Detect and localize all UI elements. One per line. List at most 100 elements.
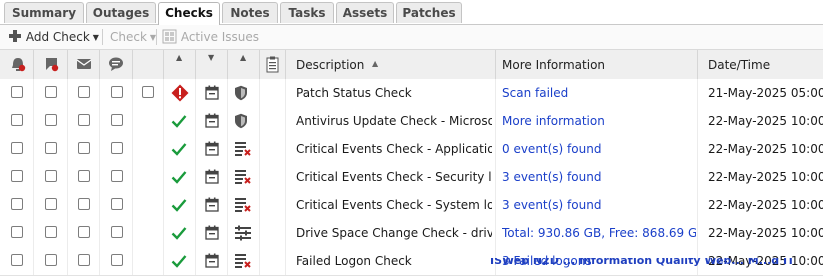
description-cell[interactable]: Patch Status Check: [286, 79, 496, 107]
check-description: Critical Events Check - System log,...: [296, 198, 492, 212]
row-checkbox[interactable]: [45, 198, 57, 210]
check-datetime: 22-May-2025 10:00: [708, 170, 823, 184]
description-cell[interactable]: Failed Logon Check: [286, 247, 496, 275]
event-log-icon: [235, 198, 251, 212]
description-cell[interactable]: Critical Events Check - System log,...: [286, 191, 496, 219]
column-header-description[interactable]: Description ▲: [286, 50, 496, 79]
row-checkbox[interactable]: [110, 170, 123, 182]
row-checkbox[interactable]: [11, 170, 23, 182]
status-cell: [164, 79, 196, 107]
active-issues-button[interactable]: Active Issues: [162, 28, 259, 46]
row-checkbox[interactable]: [78, 198, 90, 210]
header-select[interactable]: [133, 50, 164, 79]
status-cell: [164, 107, 196, 135]
tab-notes[interactable]: Notes: [222, 2, 278, 23]
row-checkbox[interactable]: [110, 254, 123, 266]
ok-status-icon: [171, 171, 187, 184]
row-checkbox[interactable]: [78, 254, 90, 266]
row-checkbox[interactable]: [45, 86, 57, 98]
add-check-button[interactable]: Add Check ▼: [8, 28, 99, 46]
row-checkbox[interactable]: [45, 170, 57, 182]
row-checkbox[interactable]: [110, 114, 123, 126]
comment-icon: [109, 57, 123, 71]
row-cell: [34, 191, 68, 219]
tab-summary[interactable]: Summary: [4, 2, 84, 23]
column-header-datetime[interactable]: Date/Time: [698, 50, 823, 79]
row-checkbox[interactable]: [78, 86, 90, 98]
ok-status-icon: [171, 143, 187, 156]
more-information-cell: Scan failed: [496, 79, 698, 107]
header-status[interactable]: ▲: [164, 50, 196, 79]
table-row[interactable]: Critical Events Check - Application l...…: [0, 135, 823, 164]
category-cell: [228, 135, 260, 163]
calendar-icon: [205, 197, 219, 212]
row-checkbox[interactable]: [11, 114, 23, 126]
row-checkbox[interactable]: [78, 170, 90, 182]
table-row[interactable]: Critical Events Check - Security log,...…: [0, 163, 823, 192]
row-checkbox[interactable]: [110, 142, 123, 154]
event-log-icon: [235, 170, 251, 184]
more-information-cell: More information: [496, 107, 698, 135]
more-information-link[interactable]: 3 event(s) found: [502, 170, 696, 184]
calendar-icon: [205, 141, 219, 156]
header-type[interactable]: ▼: [196, 50, 228, 79]
header-alert-bell[interactable]: [0, 50, 34, 79]
row-checkbox[interactable]: [78, 114, 90, 126]
row-checkbox[interactable]: [11, 198, 23, 210]
tab-patches[interactable]: Patches: [396, 2, 462, 23]
row-cell: [133, 191, 164, 219]
check-description: Antivirus Update Check - Microsoft ...: [296, 114, 492, 128]
more-information-header-label: More Information: [502, 58, 606, 72]
more-information-link[interactable]: Total: 930.86 GB, Free: 868.69 GB,...: [502, 226, 696, 240]
row-select-checkbox[interactable]: [142, 86, 154, 98]
type-cell: [196, 247, 228, 275]
status-cell: [164, 163, 196, 191]
more-information-link[interactable]: Scan failed: [502, 86, 696, 100]
row-checkbox[interactable]: [110, 198, 123, 210]
description-cell[interactable]: Drive Space Change Check - drive C:: [286, 219, 496, 247]
tab-checks[interactable]: Checks: [158, 2, 220, 25]
table-row[interactable]: Critical Events Check - System log,... 3 …: [0, 191, 823, 220]
row-cell: [68, 163, 100, 191]
description-cell[interactable]: Antivirus Update Check - Microsoft ...: [286, 107, 496, 135]
row-checkbox[interactable]: [78, 142, 90, 154]
header-category[interactable]: ▲: [228, 50, 260, 79]
row-checkbox[interactable]: [11, 226, 23, 238]
tab-assets[interactable]: Assets: [336, 2, 394, 23]
category-cell: [228, 79, 260, 107]
table-row[interactable]: Patch Status Check Scan failed 21-May-2025…: [0, 79, 823, 108]
tab-bar: Summary Outages Checks Notes Tasks Asset…: [0, 0, 823, 25]
table-row[interactable]: Drive Space Change Check - drive C: Total…: [0, 219, 823, 248]
table-row[interactable]: Antivirus Update Check - Microsoft ... Mo…: [0, 107, 823, 136]
description-cell[interactable]: Critical Events Check - Security log,...: [286, 163, 496, 191]
column-header-more-information[interactable]: More Information: [496, 50, 698, 79]
row-checkbox[interactable]: [78, 226, 90, 238]
row-checkbox[interactable]: [45, 142, 57, 154]
header-comment[interactable]: [100, 50, 133, 79]
header-notes[interactable]: [260, 50, 286, 79]
tab-outages[interactable]: Outages: [86, 2, 156, 23]
tab-tasks[interactable]: Tasks: [280, 2, 334, 23]
sort-caret-icon: ▲: [240, 53, 247, 62]
row-checkbox[interactable]: [110, 86, 123, 98]
more-information-link[interactable]: 0 event(s) found: [502, 142, 696, 156]
ok-status-icon: [171, 227, 187, 240]
check-description: Patch Status Check: [296, 86, 412, 100]
row-checkbox[interactable]: [11, 142, 23, 154]
row-checkbox[interactable]: [110, 226, 123, 238]
row-checkbox[interactable]: [45, 254, 57, 266]
row-cell: [68, 107, 100, 135]
sort-caret-icon: ▲: [176, 53, 183, 62]
row-checkbox[interactable]: [11, 254, 23, 266]
description-cell[interactable]: Critical Events Check - Application l...: [286, 135, 496, 163]
row-checkbox[interactable]: [45, 226, 57, 238]
check-menu-button[interactable]: Check ▼: [110, 28, 156, 46]
more-information-link[interactable]: 3 event(s) found: [502, 198, 696, 212]
header-alert-flag[interactable]: [34, 50, 68, 79]
header-email[interactable]: [68, 50, 100, 79]
row-checkbox[interactable]: [11, 86, 23, 98]
row-checkbox[interactable]: [45, 114, 57, 126]
row-cell: [100, 135, 133, 163]
more-information-link[interactable]: More information: [502, 114, 696, 128]
row-cell: [68, 219, 100, 247]
